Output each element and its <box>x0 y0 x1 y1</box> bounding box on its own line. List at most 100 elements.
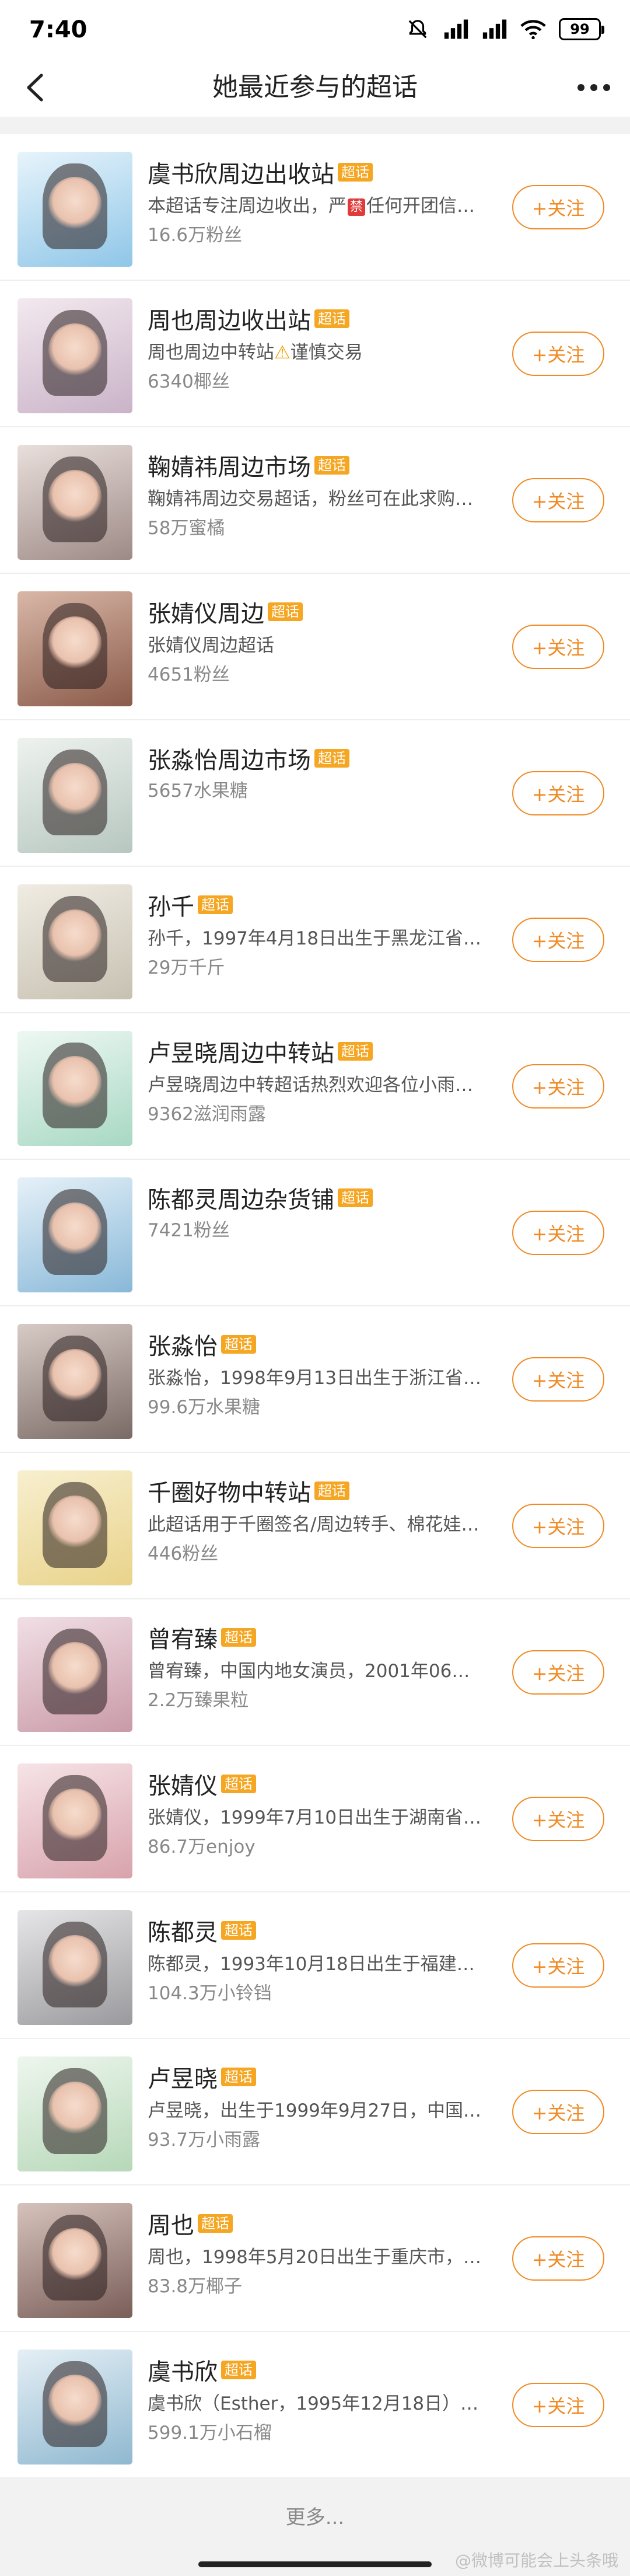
follow-button[interactable]: +关注 <box>512 332 604 376</box>
topic-cover-image[interactable] <box>18 1177 132 1292</box>
follow-button[interactable]: +关注 <box>512 771 604 815</box>
fan-count: 5657水果糖 <box>148 780 248 801</box>
topic-title[interactable]: 孙千 <box>148 888 194 922</box>
topic-title[interactable]: 陈都灵 <box>148 1913 218 1947</box>
list-item[interactable]: 陈都灵周边杂货铺 超话 7421粉丝 +关注 <box>0 1160 630 1306</box>
list-item[interactable]: 孙千 超话 孙千，1997年4月18日出生于黑龙江省… 29万千斤 +关注 <box>0 867 630 1013</box>
topic-description: 陈都灵，1993年10月18日出生于福建厦… <box>148 1951 486 1978</box>
topic-title[interactable]: 张婧仪 <box>148 1767 218 1801</box>
topic-cover-image[interactable] <box>18 1470 132 1585</box>
topic-title[interactable]: 卢昱晓 <box>148 2060 218 2094</box>
list-item[interactable]: 周也周边收出站 超话 周也周边中转站⚠谨慎交易 6340椰丝 +关注 <box>0 281 630 427</box>
back-button[interactable] <box>16 69 54 106</box>
topic-title[interactable]: 鞠婧祎周边市场 <box>148 448 311 482</box>
topic-title[interactable]: 卢昱晓周边中转站 <box>148 1034 334 1068</box>
follow-button[interactable]: +关注 <box>512 2383 604 2427</box>
cover-figure-face <box>48 177 102 230</box>
follow-button[interactable]: +关注 <box>512 185 604 229</box>
follow-button[interactable]: +关注 <box>512 2236 604 2281</box>
topic-cover-image[interactable] <box>18 1763 132 1878</box>
follow-button[interactable]: +关注 <box>512 1357 604 1402</box>
list-item[interactable]: 陈都灵 超话 陈都灵，1993年10月18日出生于福建厦… 104.3万小铃铛 +关注 <box>0 1892 630 2039</box>
fan-count: 599.1万小石榴 <box>148 2422 272 2443</box>
supertopic-badge: 超话 <box>314 456 349 475</box>
follow-button[interactable]: +关注 <box>512 918 604 962</box>
topic-title[interactable]: 周也 <box>148 2206 194 2240</box>
topic-description: 周也，1998年5月20日出生于重庆市，… <box>148 2244 486 2271</box>
topic-title[interactable]: 陈都灵周边杂货铺 <box>148 1181 334 1215</box>
dot-icon <box>603 84 610 91</box>
cover-figure-face <box>48 1935 102 1988</box>
battery-icon: 99 <box>559 18 604 40</box>
topic-cover-image[interactable] <box>18 2350 132 2465</box>
topic-text: 陈都灵周边杂货铺 超话 7421粉丝 <box>148 1181 498 1244</box>
follow-button[interactable]: +关注 <box>512 1797 604 1841</box>
list-item[interactable]: 周也 超话 周也，1998年5月20日出生于重庆市，… 83.8万椰子 +关注 <box>0 2185 630 2332</box>
list-item[interactable]: 曾宥臻 超话 曾宥臻，中国内地女演员，2001年06… 2.2万臻果粒 +关注 <box>0 1599 630 1746</box>
topic-cover-image[interactable] <box>18 152 132 267</box>
screen: { "status_bar": { "time": "7:40", "batte… <box>0 0 630 2576</box>
cover-figure-face <box>48 1202 102 1256</box>
list-item[interactable]: 张淼怡周边市场 超话 5657水果糖 +关注 <box>0 720 630 867</box>
topic-title[interactable]: 千圈好物中转站 <box>148 1474 311 1508</box>
topic-title[interactable]: 虞书欣周边出收站 <box>148 155 334 189</box>
list-item[interactable]: 鞠婧祎周边市场 超话 鞠婧祎周边交易超话，粉丝可在此求购… 58万蜜橘 +关注 <box>0 427 630 574</box>
topic-text: 孙千 超话 孙千，1997年4月18日出生于黑龙江省… 29万千斤 <box>148 888 498 981</box>
fan-count: 4651粉丝 <box>148 664 230 685</box>
topic-cover-image[interactable] <box>18 298 132 413</box>
follow-button[interactable]: +关注 <box>512 1504 604 1548</box>
follow-button[interactable]: +关注 <box>512 1064 604 1109</box>
follow-button[interactable]: +关注 <box>512 625 604 669</box>
topic-title[interactable]: 张淼怡周边市场 <box>148 741 311 775</box>
title-row: 鞠婧祎周边市场 超话 <box>148 448 498 482</box>
title-row: 卢昱晓 超话 <box>148 2060 498 2094</box>
fan-count: 93.7万小雨露 <box>148 2129 261 2150</box>
fan-count: 104.3万小铃铛 <box>148 1983 272 2004</box>
topic-cover-image[interactable] <box>18 1617 132 1732</box>
topic-text: 张淼怡 超话 张淼怡，1998年9月13日出生于浙江省… 99.6万水果糖 <box>148 1327 498 1421</box>
supertopic-badge: 超话 <box>198 895 233 914</box>
cover-figure-face <box>48 763 102 816</box>
topic-cover-image[interactable] <box>18 1031 132 1146</box>
title-row: 周也 超话 <box>148 2206 498 2240</box>
load-more-button[interactable]: 更多... <box>0 2486 630 2550</box>
follow-button[interactable]: +关注 <box>512 1650 604 1695</box>
list-item[interactable]: 卢昱晓 超话 卢昱晓，出生于1999年9月27日，中国… 93.7万小雨露 +关注 <box>0 2039 630 2185</box>
supertopic-badge: 超话 <box>221 1335 256 1354</box>
cover-figure-face <box>48 1496 102 1549</box>
list-item[interactable]: 张婧仪 超话 张婧仪，1999年7月10日出生于湖南省… 86.7万enjoy +关注 <box>0 1746 630 1892</box>
topic-cover-image[interactable] <box>18 2203 132 2318</box>
title-row: 陈都灵周边杂货铺 超话 <box>148 1181 498 1215</box>
follow-button[interactable]: +关注 <box>512 478 604 522</box>
list-item[interactable]: 虞书欣周边出收站 超话 本超话专注周边收出，严禁任何开团信… 16.6万粉丝 +关注 <box>0 134 630 281</box>
topic-text: 鞠婧祎周边市场 超话 鞠婧祎周边交易超话，粉丝可在此求购… 58万蜜橘 <box>148 448 498 542</box>
supertopic-badge: 超话 <box>338 163 373 182</box>
follow-button[interactable]: +关注 <box>512 1211 604 1255</box>
list-item[interactable]: 张淼怡 超话 张淼怡，1998年9月13日出生于浙江省… 99.6万水果糖 +关注 <box>0 1306 630 1453</box>
topic-cover-image[interactable] <box>18 1324 132 1439</box>
topic-title[interactable]: 虞书欣 <box>148 2353 218 2387</box>
list-item[interactable]: 虞书欣 超话 虞书欣（Esther，1995年12月18日）出… 599.1万小石榴 +… <box>0 2332 630 2479</box>
topic-cover-image[interactable] <box>18 445 132 560</box>
dot-icon <box>590 84 597 91</box>
topic-text: 张淼怡周边市场 超话 5657水果糖 <box>148 741 498 804</box>
cover-figure-face <box>48 323 102 377</box>
topic-cover-image[interactable] <box>18 738 132 853</box>
list-item[interactable]: 千圈好物中转站 超话 此超话用于千圈签名/周边转手、棉花娃… 446粉丝 +关注 <box>0 1453 630 1599</box>
fan-count: 99.6万水果糖 <box>148 1397 261 1418</box>
topic-cover-image[interactable] <box>18 1910 132 2025</box>
topic-title[interactable]: 曾宥臻 <box>148 1620 218 1654</box>
follow-button[interactable]: +关注 <box>512 2090 604 2134</box>
topic-cover-image[interactable] <box>18 2056 132 2171</box>
topic-cover-image[interactable] <box>18 884 132 999</box>
topic-title[interactable]: 张淼怡 <box>148 1327 218 1361</box>
more-options-button[interactable] <box>573 69 615 106</box>
topic-title[interactable]: 周也周边收出站 <box>148 302 311 336</box>
list-item[interactable]: 张婧仪周边 超话 张婧仪周边超话 4651粉丝 +关注 <box>0 574 630 720</box>
description-text: 孙千，1997年4月18日出生于黑龙江省… <box>148 928 482 949</box>
topic-cover-image[interactable] <box>18 591 132 706</box>
follow-button[interactable]: +关注 <box>512 1943 604 1988</box>
topic-title[interactable]: 张婧仪周边 <box>148 595 264 629</box>
fan-count: 86.7万enjoy <box>148 1836 256 1857</box>
list-item[interactable]: 卢昱晓周边中转站 超话 卢昱晓周边中转超话热烈欢迎各位小雨… 9362滋润雨露 +关注 <box>0 1013 630 1160</box>
